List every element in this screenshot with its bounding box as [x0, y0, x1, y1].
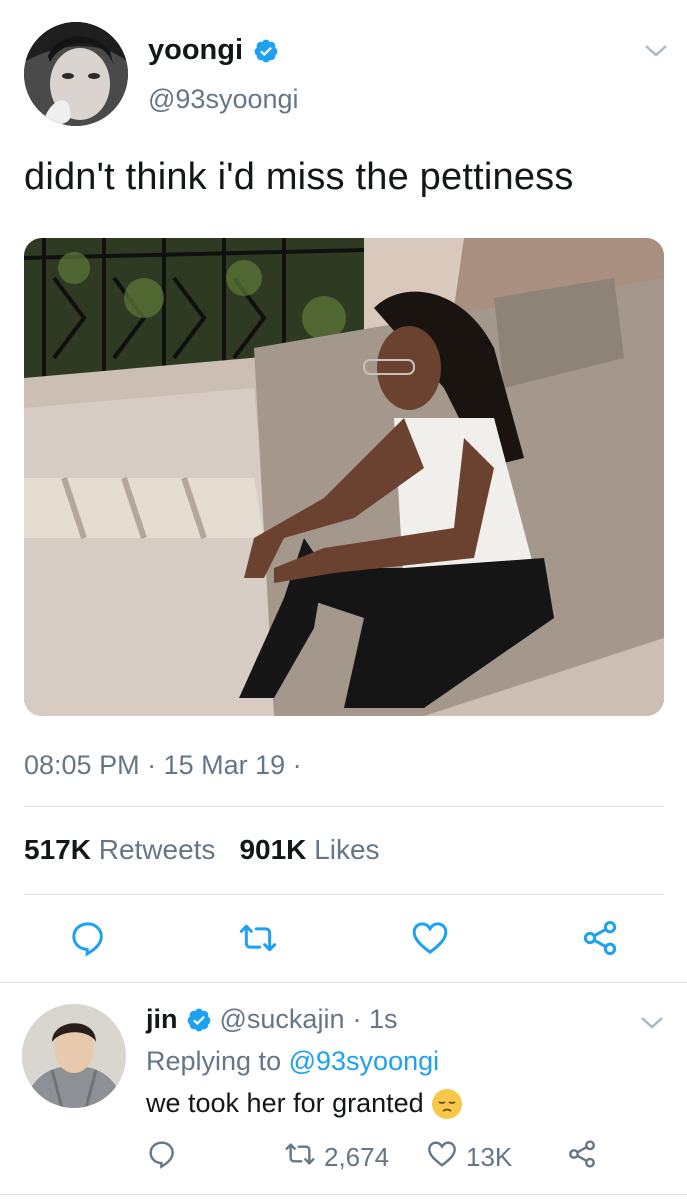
reply-reply-action[interactable]: [146, 1138, 178, 1177]
share-icon[interactable]: [566, 1138, 598, 1177]
avatar[interactable]: [24, 22, 128, 126]
heart-icon[interactable]: [426, 1138, 458, 1177]
verified-badge-icon: [186, 1007, 212, 1033]
reply-text: we took her for granted: [146, 1088, 424, 1118]
reply-text-row: we took her for granted: [146, 1088, 462, 1119]
chevron-down-icon[interactable]: [644, 44, 668, 63]
reply-time: · 1s: [352, 1004, 398, 1034]
reply-display-name[interactable]: jin: [146, 1004, 178, 1035]
likes-label: Likes: [314, 834, 380, 865]
heart-icon[interactable]: [410, 918, 450, 958]
likes-count: 901K: [239, 834, 307, 865]
reply-share-action[interactable]: [566, 1138, 598, 1177]
divider: [24, 894, 664, 895]
reply-icon[interactable]: [68, 918, 108, 958]
replying-to-link[interactable]: @93syoongi: [289, 1046, 440, 1076]
reply-handle[interactable]: @suckajin: [220, 1004, 345, 1035]
likes-stat[interactable]: 901K Likes: [239, 834, 379, 866]
retweets-count: 517K: [24, 834, 91, 865]
tweet-text: didn't think i'd miss the pettiness: [24, 156, 574, 198]
timestamp[interactable]: 08:05 PM · 15 Mar 19 ·: [24, 750, 302, 781]
retweet-icon[interactable]: [284, 1138, 316, 1177]
reply-avatar[interactable]: [22, 1004, 126, 1108]
display-name[interactable]: yoongi: [148, 34, 279, 67]
handle[interactable]: @93syoongi: [148, 84, 299, 115]
tweet-media-image[interactable]: [24, 238, 664, 716]
reply-retweet-action[interactable]: 2,674: [284, 1138, 389, 1177]
retweet-icon[interactable]: [238, 918, 278, 958]
tweet-stats: 517K Retweets 901K Likes: [24, 834, 380, 866]
reply-header: jin @suckajin · 1s: [146, 1004, 397, 1035]
divider: [0, 1194, 687, 1195]
retweets-label: Retweets: [98, 834, 216, 865]
replying-prefix: Replying to: [146, 1046, 282, 1076]
replying-to: Replying to @93syoongi: [146, 1046, 439, 1077]
chevron-down-icon[interactable]: [640, 1016, 664, 1035]
reply-like-action[interactable]: 13K: [426, 1138, 512, 1177]
divider: [0, 982, 687, 983]
retweets-stat[interactable]: 517K Retweets: [24, 834, 215, 866]
pensive-face-emoji: [431, 1088, 462, 1119]
reply-like-count: 13K: [466, 1142, 513, 1172]
share-icon[interactable]: [580, 918, 620, 958]
reply-icon[interactable]: [146, 1138, 178, 1177]
display-name-text[interactable]: yoongi: [148, 34, 243, 67]
reply-retweet-count: 2,674: [324, 1142, 390, 1172]
divider: [24, 806, 664, 807]
verified-badge-icon: [253, 38, 279, 64]
